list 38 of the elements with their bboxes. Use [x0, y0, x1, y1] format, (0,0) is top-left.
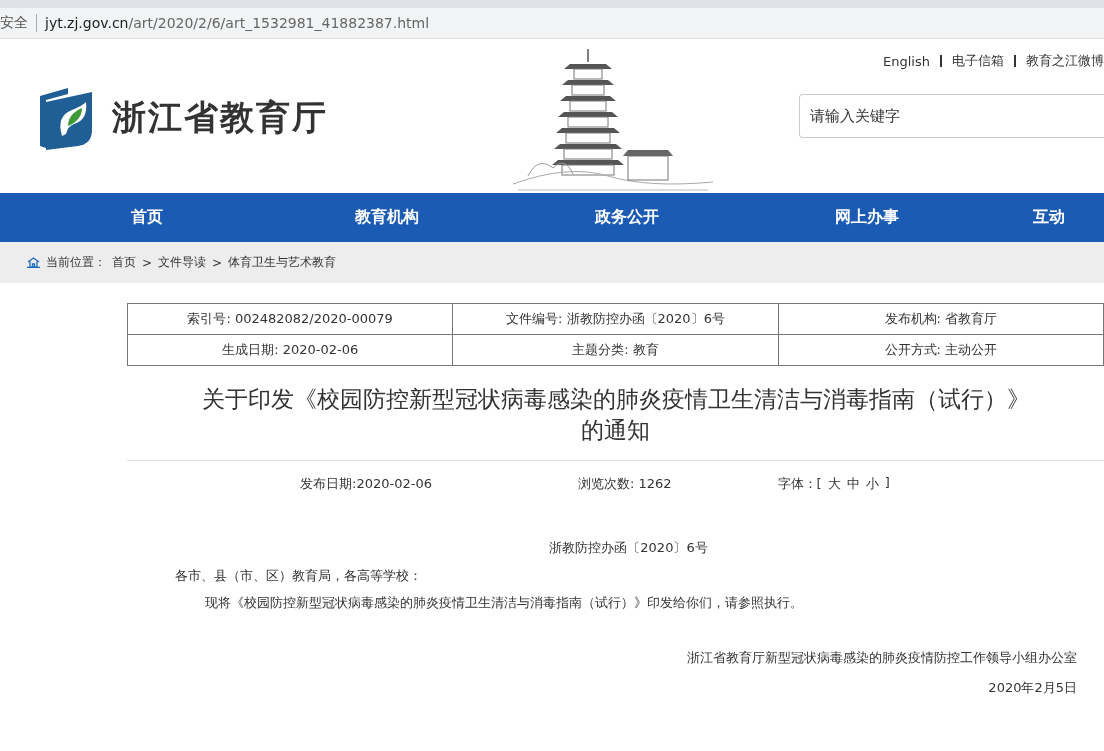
nav-item[interactable]: 政务公开	[507, 193, 747, 242]
font-size-link[interactable]: 小	[865, 475, 879, 493]
top-link[interactable]: 电子信箱	[952, 52, 1004, 70]
table-cell: 发布机构: 省教育厅	[778, 303, 1104, 335]
nav-item[interactable]: 互动	[1033, 193, 1065, 242]
table-cell: 文件编号: 浙教防控办函〔2020〕6号	[452, 303, 779, 335]
nav-item[interactable]: 首页	[27, 193, 267, 242]
view-count: 浏览次数: 1262	[577, 475, 672, 493]
table-cell: 生成日期: 2020-02-06	[127, 334, 453, 366]
top-link[interactable]: 教育之江微博	[1026, 52, 1104, 70]
document-number: 浙教防控办函〔2020〕6号	[549, 540, 708, 555]
nav-item[interactable]: 网上办事	[747, 193, 987, 242]
site-name: 浙江省教育厅	[112, 95, 328, 139]
font-size-link[interactable]: 大	[827, 475, 841, 493]
table-cell: 主题分类: 教育	[452, 334, 779, 366]
home-icon	[27, 257, 40, 268]
table-cell: 公开方式: 主动公开	[778, 334, 1104, 366]
breadcrumb-label: 当前位置：	[46, 254, 106, 271]
breadcrumb-link[interactable]: 首页	[112, 254, 136, 271]
publish-date: 发布日期:2020-02-06	[300, 475, 432, 493]
search-field[interactable]: 请输入关键字	[799, 94, 1104, 138]
salutation: 各市、县（市、区）教育局，各高等学校：	[175, 568, 422, 583]
breadcrumb-link[interactable]: 体育卫生与艺术教育	[228, 254, 337, 271]
font-size-link[interactable]: 中	[846, 475, 860, 493]
table-cell: 索引号: 002482082/2020-00079	[127, 303, 453, 335]
font-size-bracket: ]	[884, 475, 890, 492]
body-text: 现将《校园防控新型冠状病毒感染的肺炎疫情卫生清洁与消毒指南（试行）》印发给你们，请参照执行。	[205, 595, 803, 610]
font-size-label: 字体：[	[777, 475, 822, 493]
nav-item[interactable]: 教育机构	[267, 193, 507, 242]
signature-date: 2020年2月5日	[988, 680, 1077, 695]
address-bar-url[interactable]: jyt.zj.gov.cn/art/2020/2/6/art_1532981_41882387.html	[45, 15, 430, 31]
top-link[interactable]: English	[883, 53, 930, 69]
breadcrumb-separator: >	[212, 255, 223, 270]
breadcrumb-separator: >	[142, 255, 153, 270]
article-title: 关于印发《校园防控新型冠状病毒感染的肺炎疫情卫生清洁与消毒指南（试行）》 的通知	[127, 384, 1104, 461]
security-label: 安全	[0, 14, 37, 32]
breadcrumb-link[interactable]: 文件导读	[158, 254, 207, 271]
signature: 浙江省教育厅新型冠状病毒感染的肺炎疫情防控工作领导小组办公室	[687, 650, 1077, 665]
